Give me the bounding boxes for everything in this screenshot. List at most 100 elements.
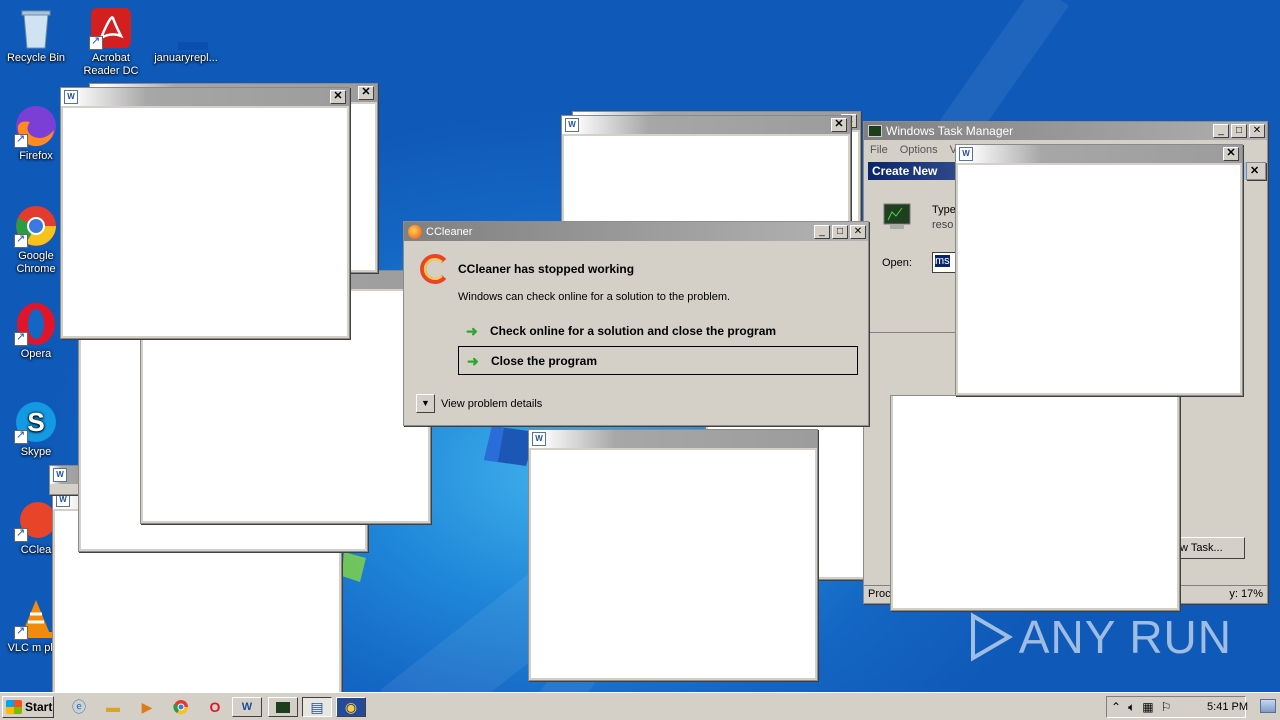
ccleaner-icon	[408, 224, 422, 239]
word-doc-icon: W	[56, 493, 70, 507]
run-icon	[883, 203, 911, 229]
chevron-down-icon[interactable]: ▼	[416, 394, 435, 413]
shortcut-arrow-icon	[14, 133, 28, 148]
start-label: Start	[25, 700, 53, 714]
shortcut-arrow-icon	[14, 429, 28, 444]
watermark-text: ANY RUN	[1018, 611, 1232, 663]
task-manager-icon	[276, 701, 290, 713]
word-doc-icon: W	[532, 432, 546, 446]
volume-icon[interactable]: 🔈︎	[1128, 700, 1135, 715]
word-doc-icon: W	[241, 701, 253, 713]
open-label: Open:	[882, 257, 912, 269]
blank-window[interactable]	[890, 395, 1180, 611]
minimize-icon[interactable]: _	[1213, 124, 1229, 138]
windows-flag-icon	[6, 700, 22, 714]
desktop-icon-label: Recycle Bin	[6, 52, 66, 64]
chevron-up-icon[interactable]: ⌃	[1111, 700, 1121, 714]
windows-logo-fragment-green	[342, 552, 366, 582]
maximize-icon[interactable]: □	[1231, 124, 1247, 138]
internet-explorer-icon[interactable]: ⓔ	[68, 697, 90, 717]
desktop-icon-label: januaryrepl...	[154, 52, 218, 64]
desktop-icon-label: Firefox	[19, 150, 53, 162]
desktop-icon-skype[interactable]: S Skype	[0, 400, 72, 459]
close-icon[interactable]: ✕	[1246, 162, 1266, 180]
close-icon[interactable]: ✕	[358, 86, 374, 100]
green-arrow-icon: ➜	[467, 352, 479, 369]
desktop-icon-januaryreplay[interactable]: januaryrepl...	[150, 6, 222, 65]
menu-options[interactable]: Options	[900, 144, 938, 156]
close-program-label: Close the program	[491, 353, 598, 368]
view-problem-details[interactable]: ▼ View problem details	[416, 394, 542, 413]
chrome-icon	[14, 204, 58, 248]
close-icon[interactable]: ✕	[850, 225, 866, 239]
blank-window[interactable]: W	[528, 429, 818, 681]
shortcut-arrow-icon	[14, 625, 28, 640]
svg-text:S: S	[27, 407, 44, 437]
close-icon[interactable]: ✕	[1223, 147, 1239, 161]
ccleaner-app-icon	[420, 254, 447, 284]
show-desktop-icon[interactable]	[1260, 699, 1276, 713]
shortcut-arrow-icon	[14, 527, 28, 542]
blank-window[interactable]: W ✕	[955, 144, 1243, 396]
desktop-icon-label: Skype	[20, 446, 52, 458]
opera-icon	[14, 302, 58, 346]
shortcut-arrow-icon	[14, 233, 28, 248]
task-manager-title: Windows Task Manager	[886, 124, 1014, 138]
desktop: Recycle Bin Acrobat Reader DC januaryrep…	[0, 0, 1280, 692]
green-arrow-icon: ➜	[466, 322, 478, 339]
clock[interactable]: 5:41 PM	[1207, 701, 1248, 713]
start-button[interactable]: Start	[2, 696, 54, 718]
desktop-icon-recycle-bin[interactable]: Recycle Bin	[0, 6, 72, 65]
desktop-icon-label: Google Chrome	[16, 250, 56, 275]
minimize-icon[interactable]: _	[814, 225, 830, 239]
maximize-icon[interactable]: □	[832, 225, 848, 239]
shortcut-arrow-icon	[89, 35, 103, 50]
resource-text: reso	[932, 219, 954, 231]
task-manager-taskbar-button[interactable]	[268, 697, 298, 717]
ccleaner-taskbar-button[interactable]: ◉	[336, 697, 366, 717]
watermark: ANY RUN	[967, 610, 1232, 664]
ccleaner-error-dialog[interactable]: CCleaner _ □ ✕ CCleaner has stopped work…	[403, 221, 869, 426]
dialog-title: CCleaner	[426, 225, 473, 238]
details-label: View problem details	[441, 397, 543, 410]
folder-icon[interactable]: ▬	[102, 697, 124, 717]
document-icon	[164, 6, 222, 50]
media-player-icon[interactable]: ▶	[136, 697, 158, 717]
error-subtext: Windows can check online for a solution …	[458, 291, 731, 303]
open-input-value: ms	[935, 255, 950, 267]
chrome-taskbar-icon[interactable]	[170, 697, 192, 717]
close-program-option[interactable]: ➜ Close the program	[458, 346, 858, 375]
menu-file[interactable]: File	[870, 144, 888, 156]
window-icon: ▤	[310, 698, 324, 715]
acrobat-icon	[89, 6, 133, 50]
network-icon[interactable]: ▦	[1142, 700, 1153, 714]
check-online-label: Check online for a solution and close th…	[490, 323, 777, 338]
close-icon[interactable]: ✕	[1249, 124, 1265, 138]
desktop-icon-acrobat[interactable]: Acrobat Reader DC	[75, 6, 147, 78]
word-doc-icon: W	[959, 147, 973, 161]
opera-taskbar-icon[interactable]: O	[204, 697, 226, 717]
word-taskbar-button[interactable]: W	[232, 697, 262, 717]
type-text: Type	[932, 204, 956, 216]
desktop-icon-label: CClea	[20, 544, 52, 556]
play-logo-icon	[970, 612, 1013, 662]
blank-window[interactable]: W ✕	[561, 115, 851, 235]
desktop-icon-label: Acrobat Reader DC	[83, 52, 139, 77]
blank-window[interactable]: W ✕	[60, 87, 350, 339]
create-new-title: Create New	[872, 164, 938, 178]
recycle-bin-icon	[14, 6, 58, 50]
word-doc-icon: W	[64, 90, 78, 104]
check-online-option[interactable]: ➜ Check online for a solution and close …	[458, 316, 858, 345]
close-icon[interactable]: ✕	[831, 118, 847, 132]
run-taskbar-button[interactable]: ▤	[302, 697, 332, 717]
task-manager-icon	[868, 125, 882, 137]
desktop-icon-label: Opera	[20, 348, 52, 360]
shortcut-arrow-icon	[14, 331, 28, 346]
word-doc-icon: W	[53, 468, 67, 482]
status-cpu: y: 17%	[1229, 588, 1263, 600]
menu-bar: File Options V	[870, 144, 957, 156]
close-icon[interactable]: ✕	[330, 90, 346, 104]
flag-icon[interactable]: ⚐	[1161, 700, 1172, 714]
tab-strip	[870, 332, 960, 346]
word-doc-icon: W	[565, 118, 579, 132]
